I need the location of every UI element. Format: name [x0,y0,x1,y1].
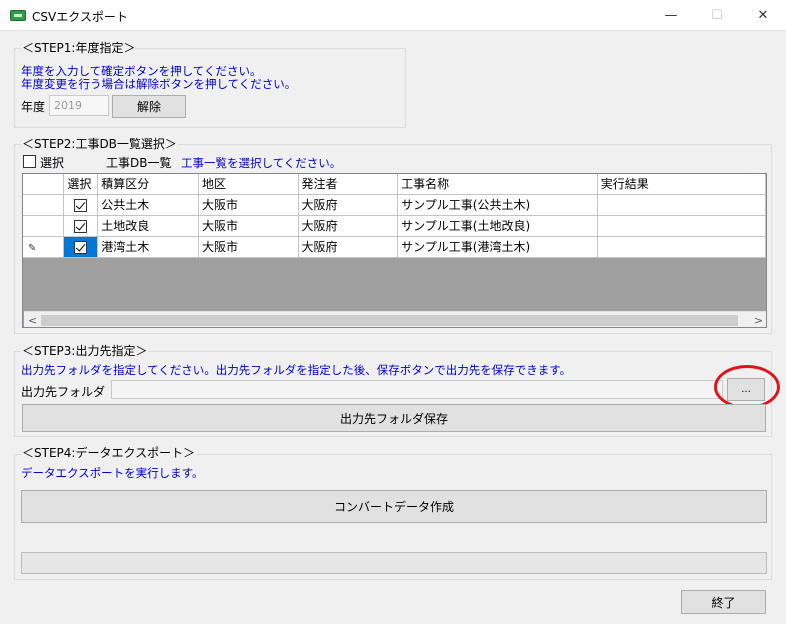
year-label: 年度 [21,100,46,114]
db-table: 選択 積算区分 地区 発注者 工事名称 実行結果 公共土木 大阪市 大阪府 サン… [23,174,766,258]
row-header-corner [23,174,65,195]
cell-client[interactable]: 大阪府 [298,194,399,216]
checkbox-checked[interactable] [74,240,88,254]
cell-category[interactable]: 公共土木 [97,194,199,216]
db-list-label: 工事DB一覧 [106,156,172,170]
select-all-checkbox[interactable] [23,155,36,168]
table-header-row: 選択 積算区分 地区 発注者 工事名称 実行結果 [23,174,766,195]
cell-category[interactable]: 港湾土木 [97,236,199,258]
close-icon: ✕ [757,8,769,23]
table-row[interactable]: 公共土木 大阪市 大阪府 サンプル工事(公共土木) [23,194,766,216]
col-header-result[interactable]: 実行結果 [597,174,766,195]
checkbox-checked[interactable] [74,198,88,212]
col-header-name[interactable]: 工事名称 [397,174,598,195]
col-header-category[interactable]: 積算区分 [97,174,199,195]
row-checkbox-cell[interactable] [63,194,99,216]
save-folder-button[interactable]: 出力先フォルダ保存 [22,404,766,432]
cell-district[interactable]: 大阪市 [198,215,299,237]
close-button[interactable]: ✕ [740,0,786,31]
horizontal-scrollbar[interactable]: < > [24,311,766,327]
convert-data-button[interactable]: コンバートデータ作成 [21,490,767,523]
row-checkbox-cell[interactable] [63,236,99,258]
maximize-button: ☐ [694,0,740,31]
db-list-instruction: 工事一覧を選択してください。 [181,156,342,170]
scroll-right-icon[interactable]: > [750,313,766,327]
table-row[interactable]: ✎ 港湾土木 大阪市 大阪府 サンプル工事(港湾土木) [23,236,766,258]
app-icon [10,10,26,21]
minimize-button[interactable]: — [648,0,694,31]
edit-pencil-icon: ✎ [28,242,37,254]
step2-title: ＜STEP2:工事DB一覧選択＞ [21,137,178,151]
db-grid[interactable]: 選択 積算区分 地区 発注者 工事名称 実行結果 公共土木 大阪市 大阪府 サン… [22,173,767,328]
cell-client[interactable]: 大阪府 [298,215,399,237]
step1-desc2: 年度変更を行う場合は解除ボタンを押してください。 [21,77,297,91]
cell-name[interactable]: サンプル工事(土地改良) [397,215,598,237]
cell-client[interactable]: 大阪府 [298,236,399,258]
release-button[interactable]: 解除 [112,95,186,118]
col-header-client[interactable]: 発注者 [298,174,399,195]
folder-input[interactable] [111,380,723,399]
maximize-icon: ☐ [711,8,723,23]
row-header[interactable] [23,215,65,237]
step3-title: ＜STEP3:出力先指定＞ [21,344,149,358]
select-all-label: 選択 [40,156,65,170]
cell-name[interactable]: サンプル工事(港湾土木) [397,236,598,258]
step3-desc: 出力先フォルダを指定してください。出力先フォルダを指定した後、保存ボタンで出力先… [21,363,572,377]
window-title: CSVエクスポート [32,10,128,24]
cell-result[interactable] [597,194,766,216]
minimize-icon: — [664,8,678,23]
cell-result[interactable] [597,236,766,258]
cell-name[interactable]: サンプル工事(公共土木) [397,194,598,216]
scroll-left-icon[interactable]: < [24,313,41,327]
col-header-district[interactable]: 地区 [198,174,299,195]
row-header[interactable]: ✎ [23,236,65,258]
folder-label: 出力先フォルダ [21,385,106,399]
step4-desc: データエクスポートを実行します。 [21,466,204,480]
checkbox-checked[interactable] [74,219,88,233]
cell-result[interactable] [597,215,766,237]
row-header[interactable] [23,194,65,216]
scroll-thumb[interactable] [41,315,738,326]
step4-title: ＜STEP4:データエクスポート＞ [21,446,197,460]
cell-category[interactable]: 土地改良 [97,215,199,237]
step1-title: ＜STEP1:年度指定＞ [21,41,137,55]
col-header-select[interactable]: 選択 [63,174,99,195]
exit-button[interactable]: 終了 [681,590,766,614]
export-progress-bar [21,552,767,574]
row-checkbox-cell[interactable] [63,215,99,237]
cell-district[interactable]: 大阪市 [198,194,299,216]
year-input[interactable]: 2019 [49,95,109,116]
table-row[interactable]: 土地改良 大阪市 大阪府 サンプル工事(土地改良) [23,215,766,237]
cell-district[interactable]: 大阪市 [198,236,299,258]
highlight-circle [714,365,780,409]
